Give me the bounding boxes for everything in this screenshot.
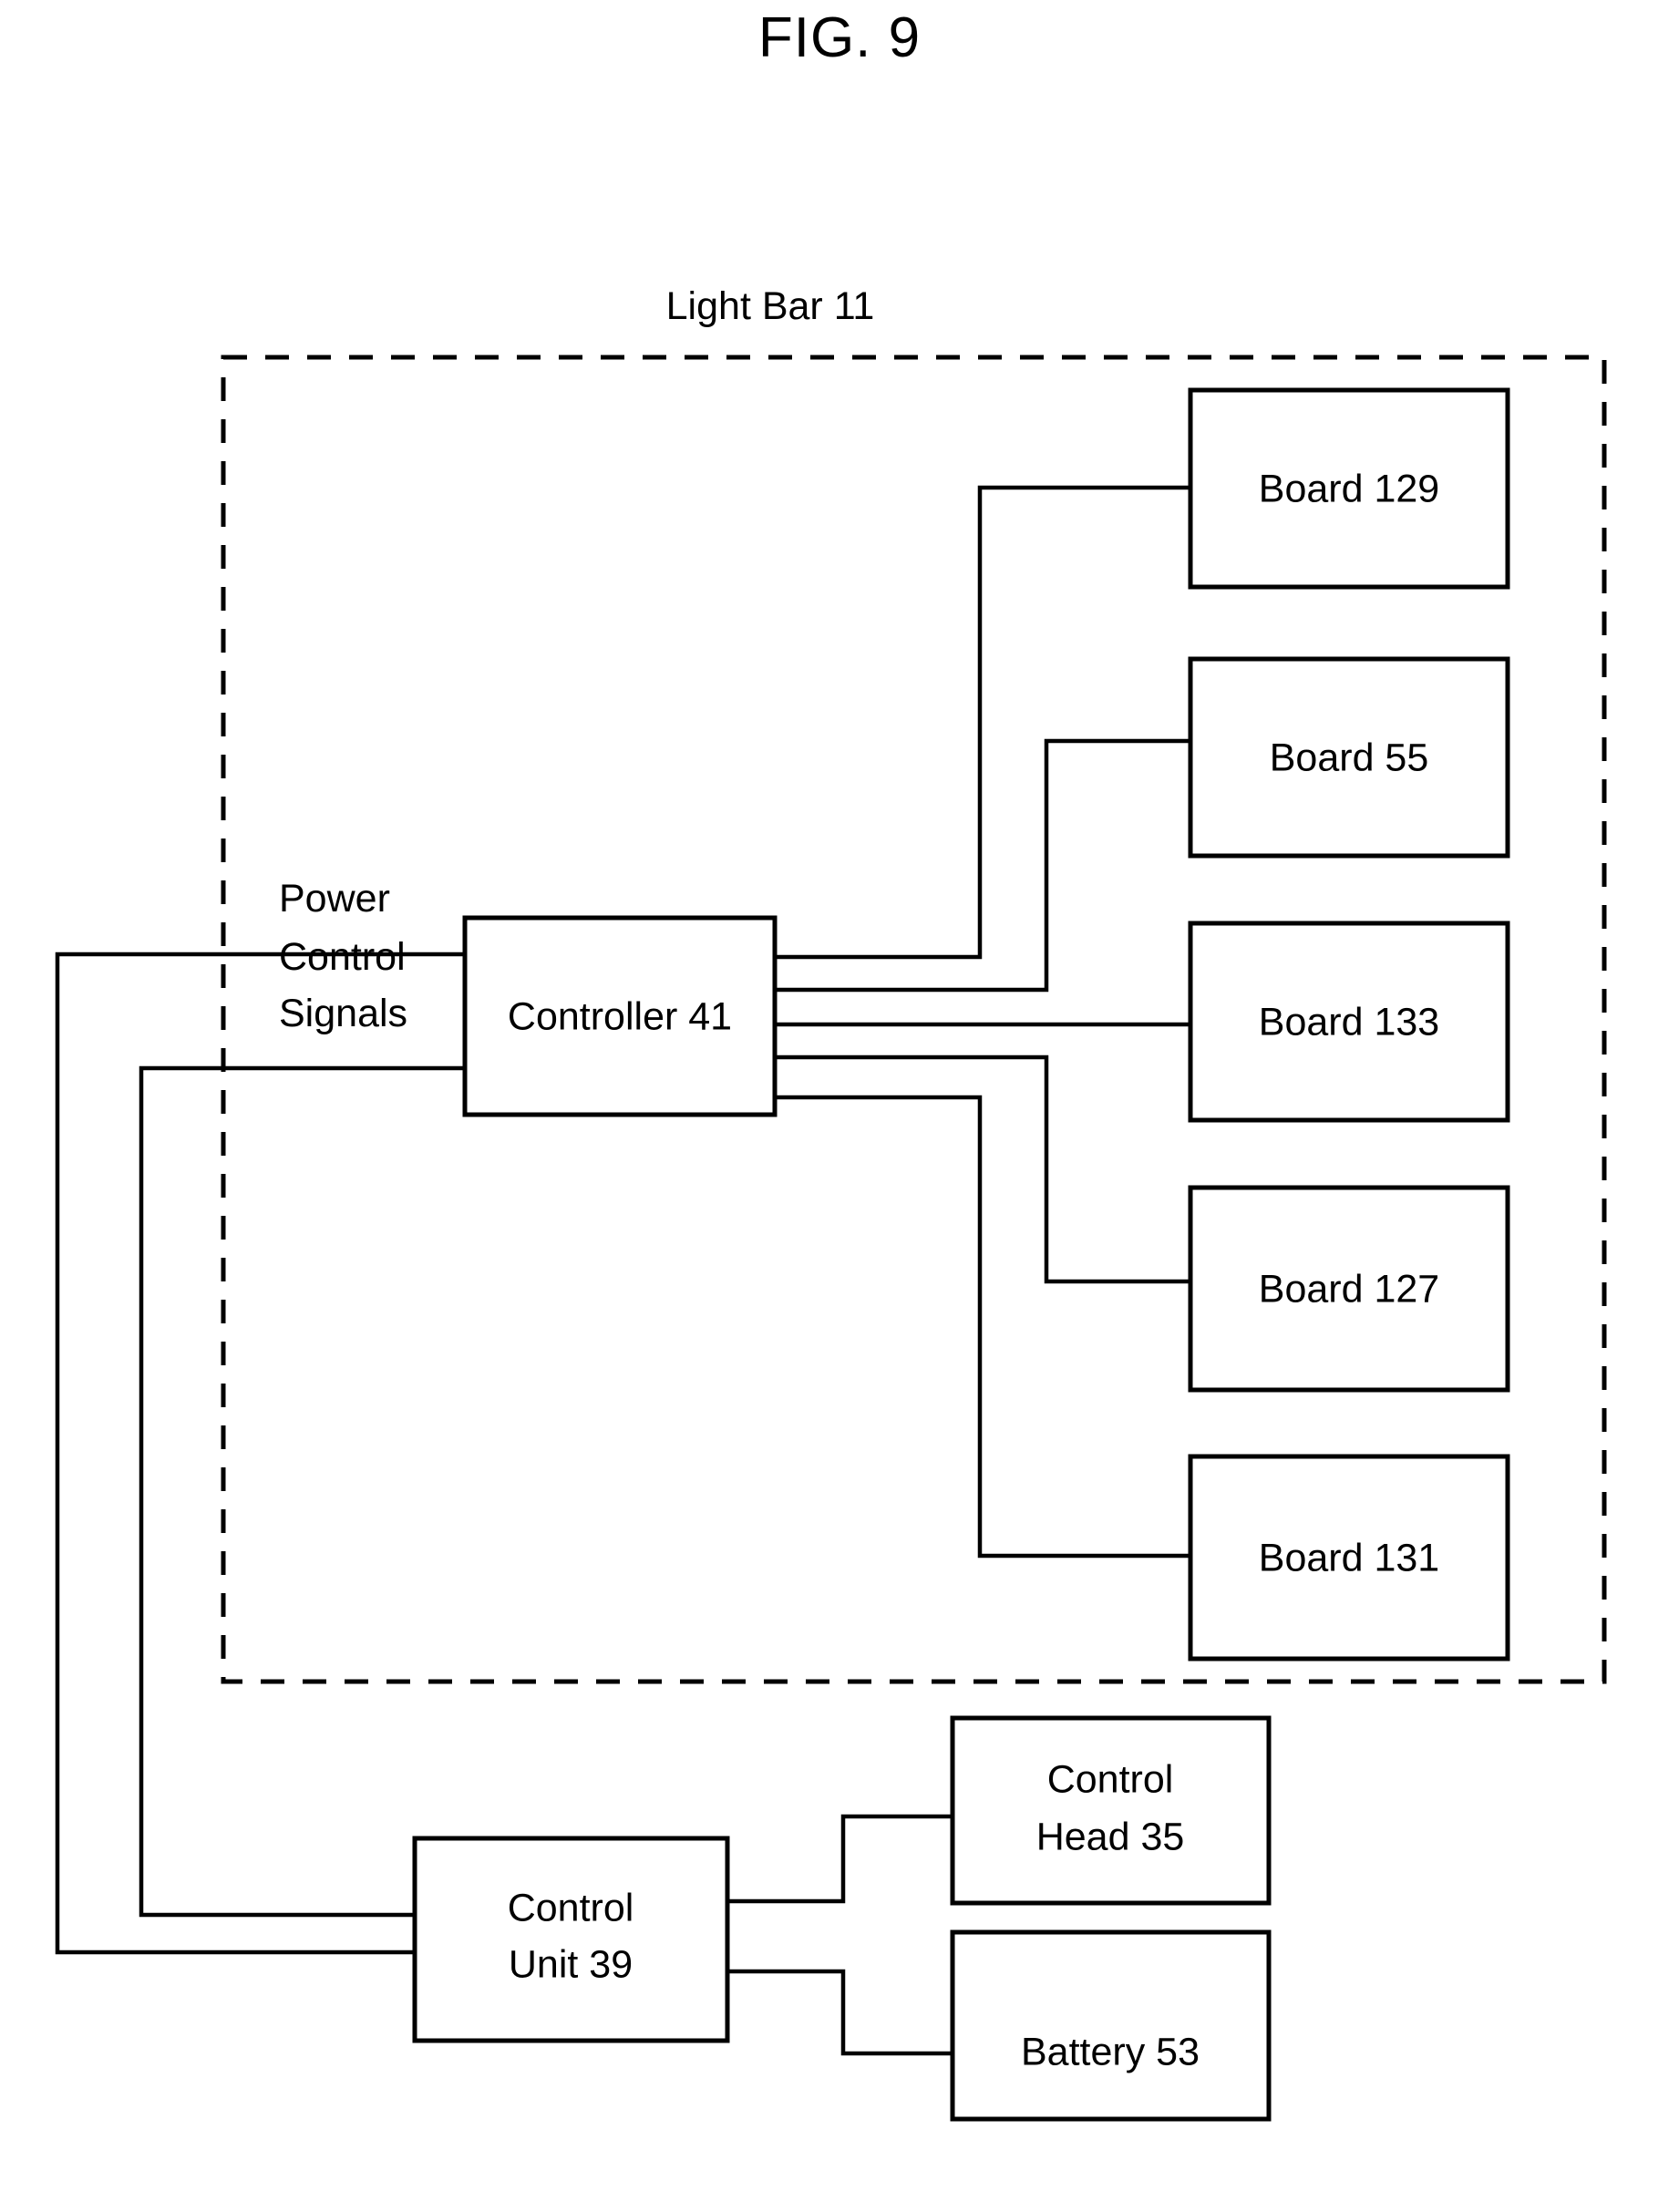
figure-root: FIG. 9 Controller 41 Board 129 Board 55 … (0, 0, 1679, 2212)
board-127-label: Board 127 (1259, 1267, 1439, 1311)
wire-control-unit-to-battery (725, 1969, 955, 2056)
block-diagram: Controller 41 Board 129 Board 55 Board 1… (55, 284, 1607, 2122)
control-head-label-line1: Control (1047, 1757, 1174, 1801)
control-unit-label-line2: Unit 39 (509, 1942, 633, 1986)
wire-control-unit-to-control-head (725, 1814, 955, 1904)
board-131-label: Board 131 (1259, 1536, 1439, 1579)
battery-box[interactable] (950, 1929, 1272, 2122)
wire-controller-to-board-129 (772, 485, 1193, 960)
wire-control-signals (139, 1065, 468, 1918)
battery-label: Battery 53 (1021, 2030, 1200, 2073)
signals-label: Signals (279, 992, 407, 1035)
wire-controller-to-board-131 (772, 1095, 1193, 1559)
control-head-label-line2: Head 35 (1036, 1815, 1185, 1858)
wire-controller-to-board-127 (772, 1055, 1193, 1284)
light-bar-enclosure-label: Light Bar 11 (666, 284, 875, 328)
control-label: Control (279, 935, 406, 979)
wire-controller-to-board-55 (772, 738, 1193, 993)
board-133-label: Board 133 (1259, 1000, 1439, 1044)
control-head-box[interactable] (950, 1715, 1272, 1906)
power-label: Power (279, 877, 390, 921)
board-55-label: Board 55 (1270, 736, 1429, 779)
control-unit-box[interactable] (412, 1836, 730, 2043)
wire-power (55, 952, 468, 1955)
controller-label: Controller 41 (508, 994, 732, 1038)
control-unit-label-line1: Control (508, 1886, 634, 1929)
board-129-label: Board 129 (1259, 467, 1439, 510)
